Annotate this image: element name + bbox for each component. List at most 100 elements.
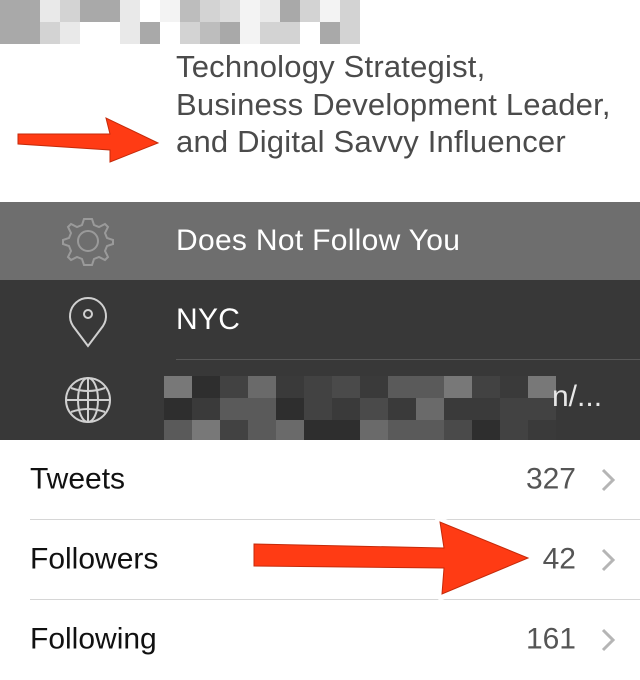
pixel-block	[240, 0, 260, 22]
pixel-block	[200, 22, 220, 44]
gear-icon	[62, 218, 114, 266]
pixel-block	[80, 0, 100, 22]
follow-status-label: Does Not Follow You	[176, 224, 461, 257]
following-label: Following	[30, 622, 157, 656]
pixel-block	[220, 22, 240, 44]
red-arrow-icon	[14, 114, 164, 166]
globe-icon	[65, 377, 111, 423]
pixel-block	[444, 398, 472, 420]
pixel-block	[160, 22, 180, 44]
pixel-block	[416, 398, 444, 420]
pixel-block	[500, 398, 528, 420]
pixel-block	[192, 398, 220, 420]
following-count: 161	[525, 622, 576, 656]
pixel-block	[332, 420, 360, 442]
pixel-block	[472, 376, 500, 398]
chevron-right-icon	[601, 468, 616, 492]
pixel-block	[140, 0, 160, 22]
pixel-block	[444, 420, 472, 442]
pixel-block	[220, 398, 248, 420]
pixel-block	[140, 22, 160, 44]
pixel-block	[0, 0, 20, 22]
bio-line: Technology Strategist,	[176, 49, 486, 84]
pixel-block	[60, 0, 80, 22]
location-row: NYC	[0, 280, 640, 360]
pixel-block	[220, 420, 248, 442]
pixel-block	[200, 0, 220, 22]
pixel-block	[276, 376, 304, 398]
pixel-block	[472, 420, 500, 442]
tweets-label: Tweets	[30, 462, 126, 496]
pixel-block	[20, 22, 40, 44]
following-row[interactable]: Following 161	[0, 600, 640, 680]
pixel-block	[260, 0, 280, 22]
pixel-block	[180, 22, 200, 44]
pixel-block	[304, 420, 332, 442]
pixel-block	[416, 420, 444, 442]
pixel-block	[340, 0, 360, 22]
pixel-block	[388, 398, 416, 420]
pixel-block	[160, 0, 180, 22]
pixel-block	[340, 22, 360, 44]
bio-line: Business Development Leader,	[176, 86, 611, 122]
pixel-block	[304, 376, 332, 398]
pixel-block	[276, 420, 304, 442]
chevron-right-icon	[601, 548, 616, 572]
pixel-block	[276, 398, 304, 420]
pixel-block	[500, 376, 528, 398]
pixel-block	[280, 22, 300, 44]
pixel-block	[60, 22, 80, 44]
pixel-block	[180, 0, 200, 22]
pixel-block	[280, 0, 300, 22]
location-label: NYC	[176, 303, 241, 336]
pixel-block	[164, 376, 192, 398]
pixel-block	[332, 376, 360, 398]
pixel-block	[416, 376, 444, 398]
followers-label: Followers	[30, 542, 159, 576]
pixelated-name-area	[0, 0, 360, 44]
pixel-block	[40, 0, 60, 22]
pixel-block	[164, 398, 192, 420]
pixel-block	[320, 22, 340, 44]
pixel-block	[0, 22, 20, 44]
pixel-block	[100, 0, 120, 22]
pixelated-website-url	[164, 376, 556, 442]
pixel-block	[304, 398, 332, 420]
pixel-block	[388, 420, 416, 442]
pixel-block	[332, 398, 360, 420]
pixel-block	[220, 376, 248, 398]
pixel-block	[120, 0, 140, 22]
pixel-block	[300, 0, 320, 22]
pixel-block	[248, 420, 276, 442]
pixel-block	[220, 0, 240, 22]
pixel-block	[528, 420, 556, 442]
pixel-block	[80, 22, 100, 44]
pixel-block	[192, 376, 220, 398]
pixel-block	[388, 376, 416, 398]
pixel-block	[444, 376, 472, 398]
pixel-block	[300, 22, 320, 44]
pixel-block	[360, 376, 388, 398]
pixel-block	[248, 398, 276, 420]
website-url-tail[interactable]: n/...	[552, 380, 602, 414]
pixel-block	[320, 0, 340, 22]
followers-count: 42	[542, 542, 576, 576]
location-pin-icon	[69, 297, 107, 348]
pixel-block	[500, 420, 528, 442]
pixel-block	[120, 22, 140, 44]
pixel-block	[360, 398, 388, 420]
pixel-block	[192, 420, 220, 442]
pixel-block	[240, 22, 260, 44]
pixel-block	[360, 420, 388, 442]
pixel-block	[472, 398, 500, 420]
pixel-block	[40, 22, 60, 44]
pixel-block	[100, 22, 120, 44]
pixel-block	[248, 376, 276, 398]
tweets-count: 327	[525, 462, 576, 496]
profile-bio: Technology Strategist, Business Developm…	[176, 48, 636, 161]
red-arrow-icon	[248, 514, 536, 602]
pixel-block	[164, 420, 192, 442]
pixel-block	[20, 0, 40, 22]
chevron-right-icon	[601, 628, 616, 652]
bio-line: and Digital Savvy Influencer	[176, 124, 566, 159]
